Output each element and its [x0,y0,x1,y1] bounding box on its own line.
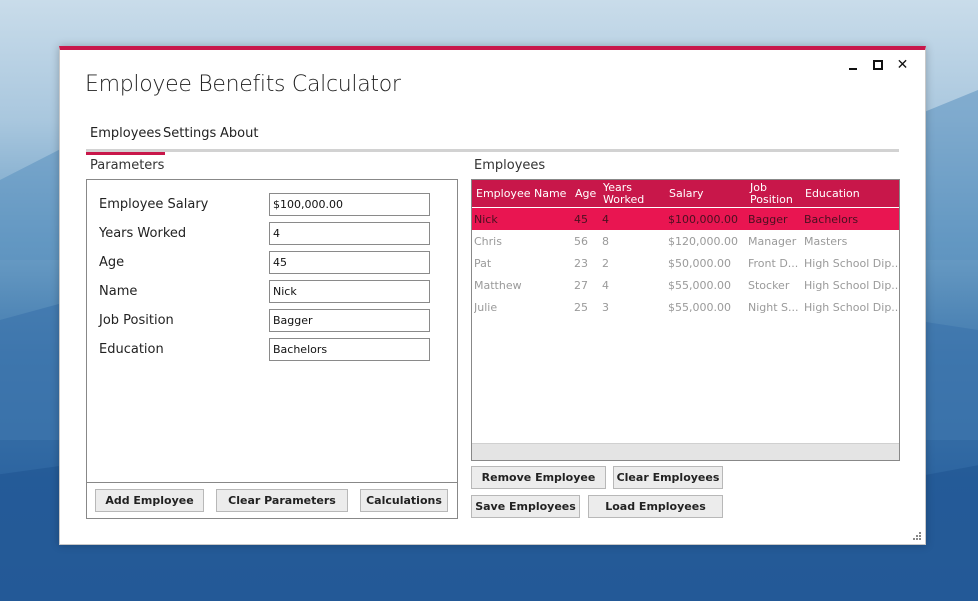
parameters-section-label: Parameters [90,158,165,173]
param-row-position: Job Position Bagger [99,309,449,333]
parameters-panel: Employee Salary $100,000.00 Years Worked… [86,179,458,519]
clear-parameters-button[interactable]: Clear Parameters [216,489,348,512]
cell-salary: $55,000.00 [668,278,731,292]
column-header-years[interactable]: Years Worked [603,180,653,207]
cell-position: Bagger [748,212,788,226]
app-title: Employee Benefits Calculator [85,72,401,97]
cell-position: Night S... [748,300,799,314]
cell-position: Stocker [748,278,790,292]
minimize-icon [848,68,857,70]
resize-grip-icon[interactable] [911,530,921,540]
age-input[interactable]: 45 [269,251,430,274]
table-row[interactable]: Julie 25 3 $55,000.00 Night S... High Sc… [472,296,899,318]
cell-education: High School Dip... [804,278,899,292]
add-employee-button[interactable]: Add Employee [95,489,204,512]
param-row-salary: Employee Salary $100,000.00 [99,193,449,217]
close-icon: ✕ [896,57,909,73]
cell-years: 4 [602,212,609,226]
cell-education: High School Dip... [804,300,899,314]
close-button[interactable]: ✕ [890,56,915,74]
cell-salary: $55,000.00 [668,300,731,314]
cell-years: 4 [602,278,609,292]
job-position-input[interactable]: Bagger [269,309,430,332]
calculations-button[interactable]: Calculations [360,489,448,512]
grid-horizontal-scrollbar[interactable] [472,443,899,460]
table-row[interactable]: Pat 23 2 $50,000.00 Front D... High Scho… [472,252,899,274]
cell-name: Pat [474,256,492,270]
age-label: Age [99,255,125,270]
cell-name: Julie [474,300,498,314]
column-header-position[interactable]: Job Position [750,180,800,207]
remove-employee-button[interactable]: Remove Employee [471,466,606,489]
tab-bar: Employees Settings About [86,122,899,155]
cell-age: 23 [574,256,588,270]
column-header-age[interactable]: Age [575,180,596,207]
param-row-years: Years Worked 4 [99,222,449,246]
cell-salary: $50,000.00 [668,256,731,270]
tab-settings[interactable]: Settings [159,126,220,151]
maximize-button[interactable] [865,56,890,74]
cell-position: Front D... [748,256,799,270]
salary-label: Employee Salary [99,197,209,212]
cell-salary: $100,000.00 [668,212,738,226]
cell-position: Manager [748,234,797,248]
employees-grid[interactable]: Employee Name Age Years Worked Salary Jo… [471,179,900,461]
name-input[interactable]: Nick [269,280,430,303]
minimize-button[interactable] [840,56,865,74]
tab-about[interactable]: About [216,126,262,151]
job-position-label: Job Position [99,313,174,328]
table-row[interactable]: Nick 45 4 $100,000.00 Bagger Bachelors [472,208,899,230]
cell-education: High School Dip... [804,256,899,270]
table-row[interactable]: Chris 56 8 $120,000.00 Manager Masters [472,230,899,252]
cell-name: Matthew [474,278,522,292]
cell-name: Nick [474,212,498,226]
cell-age: 25 [574,300,588,314]
cell-age: 27 [574,278,588,292]
salary-input[interactable]: $100,000.00 [269,193,430,216]
cell-years: 8 [602,234,609,248]
cell-education: Bachelors [804,212,859,226]
education-input[interactable]: Bachelors [269,338,430,361]
education-label: Education [99,342,164,357]
app-window: ✕ Employee Benefits Calculator Employees… [59,46,926,545]
cell-years: 2 [602,256,609,270]
table-row[interactable]: Matthew 27 4 $55,000.00 Stocker High Sch… [472,274,899,296]
cell-years: 3 [602,300,609,314]
cell-salary: $120,000.00 [668,234,738,248]
param-row-education: Education Bachelors [99,338,449,362]
column-header-education[interactable]: Education [805,180,860,207]
tab-employees[interactable]: Employees [86,126,166,155]
years-worked-label: Years Worked [99,226,187,241]
years-worked-input[interactable]: 4 [269,222,430,245]
maximize-icon [872,60,883,70]
cell-education: Masters [804,234,848,248]
name-label: Name [99,284,138,299]
param-row-name: Name Nick [99,280,449,304]
window-controls: ✕ [840,56,915,74]
load-employees-button[interactable]: Load Employees [588,495,723,518]
cell-name: Chris [474,234,502,248]
cell-age: 56 [574,234,588,248]
clear-employees-button[interactable]: Clear Employees [613,466,723,489]
param-row-age: Age 45 [99,251,449,275]
save-employees-button[interactable]: Save Employees [471,495,580,518]
grid-header: Employee Name Age Years Worked Salary Jo… [472,180,899,207]
parameters-footer: Add Employee Clear Parameters Calculatio… [87,482,457,518]
column-header-name[interactable]: Employee Name [476,180,566,207]
column-header-salary[interactable]: Salary [669,180,704,207]
employees-section-label: Employees [474,158,546,173]
cell-age: 45 [574,212,588,226]
